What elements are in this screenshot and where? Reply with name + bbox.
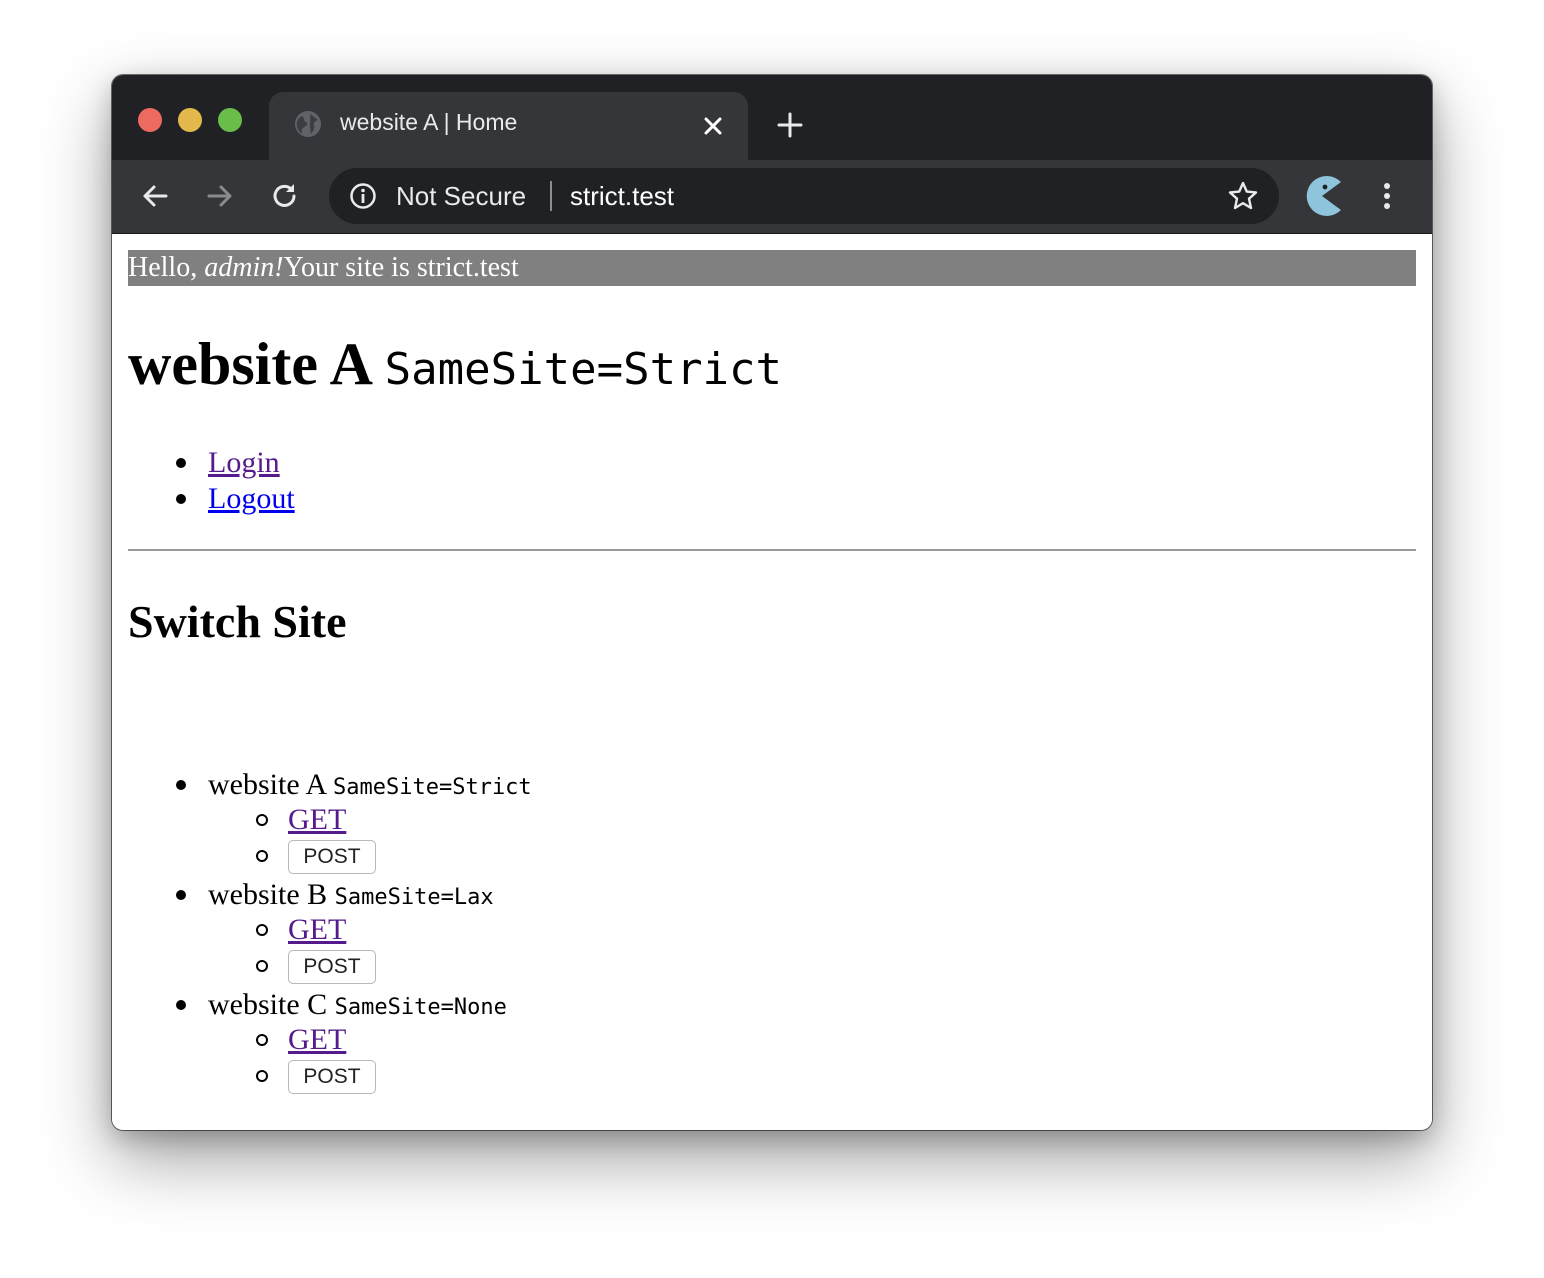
tab-title: website A | Home bbox=[340, 109, 518, 135]
site-samesite: SameSite=Lax bbox=[334, 885, 494, 910]
info-icon[interactable] bbox=[349, 182, 377, 210]
address-bar[interactable]: Not Secure strict.test bbox=[329, 168, 1279, 224]
tab-active[interactable]: website A | Home bbox=[269, 92, 748, 160]
browser-toolbar: Not Secure strict.test bbox=[112, 160, 1432, 234]
site-c-get-link[interactable]: GET bbox=[288, 1023, 346, 1056]
switch-site-heading: Switch Site bbox=[128, 596, 347, 647]
page-title-text: website A bbox=[128, 331, 370, 397]
site-c-post-button[interactable]: POST bbox=[288, 1060, 376, 1094]
site-a-get-link[interactable]: GET bbox=[288, 803, 346, 836]
site-name: website C bbox=[208, 988, 328, 1021]
bullet bbox=[176, 890, 186, 900]
site-a-get-item: GET bbox=[288, 802, 346, 838]
greeting-user: admin! bbox=[204, 252, 284, 283]
bullet bbox=[176, 458, 186, 468]
browser-window: website A | Home Not Secure strict.test … bbox=[112, 75, 1432, 1130]
close-tab-icon[interactable] bbox=[701, 114, 725, 138]
greeting-suffix: Your site is strict.test bbox=[283, 252, 519, 283]
globe-icon bbox=[295, 111, 321, 137]
divider bbox=[128, 549, 1416, 551]
site-name: website A bbox=[208, 768, 326, 801]
bullet bbox=[256, 1034, 268, 1046]
forward-arrow-icon[interactable] bbox=[204, 180, 236, 212]
page-content: Hello, admin!Your site is strict.test we… bbox=[112, 234, 1432, 1130]
tab-strip: website A | Home bbox=[112, 75, 1432, 160]
list-item-login: Login bbox=[208, 445, 280, 481]
site-item-a: website A SameSite=Strict bbox=[208, 767, 532, 806]
bullet bbox=[256, 924, 268, 936]
greeting-prefix: Hello, bbox=[128, 252, 205, 283]
site-item-c: website C SameSite=None bbox=[208, 987, 507, 1026]
minimize-window-button[interactable] bbox=[178, 108, 202, 132]
address-separator bbox=[550, 181, 552, 211]
security-label: Not Secure bbox=[396, 181, 527, 211]
cookie-extension-icon[interactable] bbox=[1301, 174, 1343, 218]
site-b-post-button[interactable]: POST bbox=[288, 950, 376, 984]
greeting-banner: Hello, admin!Your site is strict.test bbox=[128, 250, 1416, 286]
bullet bbox=[256, 814, 268, 826]
site-samesite: SameSite=None bbox=[334, 995, 507, 1020]
site-a-post-button[interactable]: POST bbox=[288, 840, 376, 874]
logout-link[interactable]: Logout bbox=[208, 482, 295, 515]
more-menu-icon[interactable] bbox=[1374, 180, 1400, 212]
maximize-window-button[interactable] bbox=[218, 108, 242, 132]
login-link[interactable]: Login bbox=[208, 446, 280, 479]
page-title-samesite: SameSite=Strict bbox=[384, 344, 783, 395]
bullet bbox=[256, 1070, 268, 1082]
bullet bbox=[176, 780, 186, 790]
site-item-b: website B SameSite=Lax bbox=[208, 877, 494, 916]
site-b-get-item: GET bbox=[288, 912, 346, 948]
page-title: website A SameSite=Strict bbox=[128, 328, 782, 406]
site-samesite: SameSite=Strict bbox=[333, 775, 532, 800]
bullet bbox=[256, 960, 268, 972]
url-text[interactable]: strict.test bbox=[570, 181, 674, 212]
bullet bbox=[256, 850, 268, 862]
bullet bbox=[176, 1000, 186, 1010]
new-tab-icon[interactable] bbox=[776, 111, 804, 139]
site-name: website B bbox=[208, 878, 328, 911]
list-item-logout: Logout bbox=[208, 481, 295, 517]
site-c-get-item: GET bbox=[288, 1022, 346, 1058]
close-window-button[interactable] bbox=[138, 108, 162, 132]
site-b-get-link[interactable]: GET bbox=[288, 913, 346, 946]
bookmark-star-icon[interactable] bbox=[1227, 180, 1259, 212]
reload-icon[interactable] bbox=[269, 180, 301, 212]
bullet bbox=[176, 494, 186, 504]
back-arrow-icon[interactable] bbox=[139, 180, 171, 212]
